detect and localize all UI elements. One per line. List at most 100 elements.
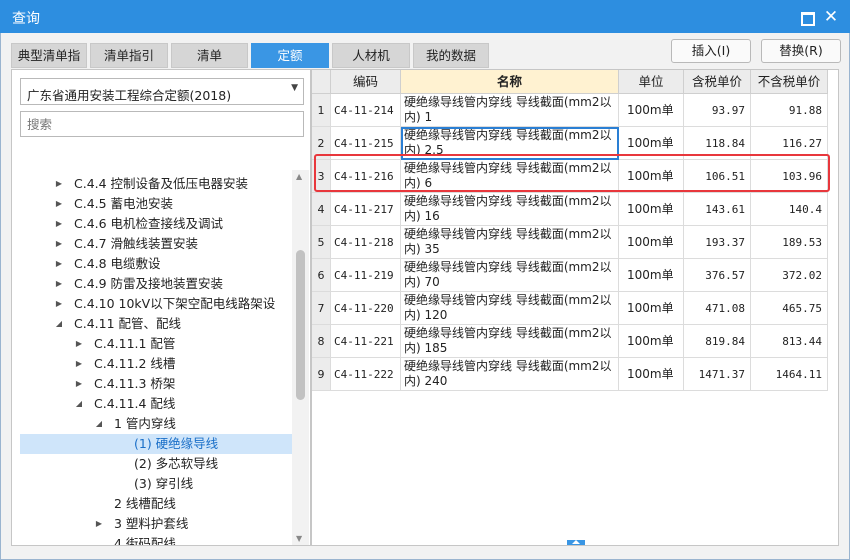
price-with-tax-cell[interactable]: 471.08 [684,292,751,325]
tree-item[interactable]: ▶ C.4.10 10kV以下架空配电线路架设 [20,294,292,314]
code-cell[interactable]: C4-11-220 [331,292,401,325]
unit-cell[interactable]: 100m单线 [619,259,684,292]
price-without-tax-cell[interactable]: 103.96 [751,160,828,193]
unit-cell[interactable]: 100m单线 [619,325,684,358]
tree-item[interactable]: ▶ 3 塑料护套线 [20,514,292,534]
name-cell[interactable]: 硬绝缘导线管内穿线 导线截面(mm2以内) 16 [401,193,619,226]
tree-item[interactable]: ◢ C.4.11.4 配线 [20,394,292,414]
maximize-icon[interactable] [797,8,815,26]
name-cell[interactable]: 硬绝缘导线管内穿线 导线截面(mm2以内) 70 [401,259,619,292]
expand-arrow-icon[interactable]: ▶ [54,274,64,294]
name-cell[interactable]: 硬绝缘导线管内穿线 导线截面(mm2以内) 2.5 [401,127,619,160]
price-without-tax-cell[interactable]: 140.4 [751,193,828,226]
tree-item[interactable]: ▶ C.4.5 蓄电池安装 [20,194,292,214]
code-cell[interactable]: C4-11-219 [331,259,401,292]
scroll-up-icon[interactable]: ▲ [296,172,302,181]
expand-arrow-icon[interactable]: ▶ [54,194,64,214]
price-with-tax-cell[interactable]: 819.84 [684,325,751,358]
price-with-tax-cell[interactable]: 93.97 [684,94,751,127]
price-with-tax-cell[interactable]: 376.57 [684,259,751,292]
row-number[interactable]: 6 [312,259,331,292]
tree-item[interactable]: ◢ C.4.11 配管、配线 [20,314,292,334]
close-icon[interactable]: ✕ [822,8,840,26]
price-with-tax-cell[interactable]: 143.61 [684,193,751,226]
row-number[interactable]: 8 [312,325,331,358]
unit-cell[interactable]: 100m单线 [619,226,684,259]
header-price-with-tax[interactable]: 含税单价 [684,70,751,94]
tree-item[interactable]: ▶ C.4.11.3 桥架 [20,374,292,394]
tab-bill[interactable]: 清单 [171,43,248,68]
name-cell[interactable]: 硬绝缘导线管内穿线 导线截面(mm2以内) 1 [401,94,619,127]
tab-my-data[interactable]: 我的数据 [413,43,489,68]
expand-arrow-icon[interactable]: ▶ [54,214,64,234]
header-name[interactable]: 名称 [401,70,619,94]
expand-arrow-icon[interactable]: ▶ [94,514,104,534]
price-without-tax-cell[interactable]: 189.53 [751,226,828,259]
price-with-tax-cell[interactable]: 1471.37 [684,358,751,391]
price-without-tax-cell[interactable]: 465.75 [751,292,828,325]
tab-typical-bill-guide[interactable]: 典型清单指引 [11,43,87,86]
code-cell[interactable]: C4-11-215 [331,127,401,160]
expand-arrow-icon[interactable]: ▶ [54,234,64,254]
unit-cell[interactable]: 100m单线 [619,292,684,325]
expand-arrow-icon[interactable]: ▶ [74,334,84,354]
unit-cell[interactable]: 100m单线 [619,127,684,160]
code-cell[interactable]: C4-11-218 [331,226,401,259]
price-with-tax-cell[interactable]: 193.37 [684,226,751,259]
tree-item[interactable]: ▶ C.4.8 电缆敷设 [20,254,292,274]
collapse-arrow-icon[interactable]: ◢ [74,394,84,414]
price-with-tax-cell[interactable]: 118.84 [684,127,751,160]
price-without-tax-cell[interactable]: 116.27 [751,127,828,160]
tree-item[interactable]: (2) 多芯软导线 [20,454,292,474]
expand-arrow-icon[interactable]: ▶ [54,174,64,194]
row-number[interactable]: 9 [312,358,331,391]
row-number[interactable]: 1 [312,94,331,127]
expand-arrow-icon[interactable]: ▶ [54,254,64,274]
search-input[interactable] [20,111,304,137]
code-cell[interactable]: C4-11-216 [331,160,401,193]
scroll-down-icon[interactable]: ▼ [296,534,302,543]
row-number[interactable]: 3 [312,160,331,193]
expand-handle-icon[interactable] [567,540,585,545]
price-without-tax-cell[interactable]: 91.88 [751,94,828,127]
tree-item[interactable]: (1) 硬绝缘导线 [20,434,292,454]
tree-item[interactable]: ◢ 1 管内穿线 [20,414,292,434]
header-code[interactable]: 编码 [331,70,401,94]
insert-button[interactable]: 插入(I) [671,39,751,63]
row-number[interactable]: 2 [312,127,331,160]
name-cell[interactable]: 硬绝缘导线管内穿线 导线截面(mm2以内) 6 [401,160,619,193]
tab-quota[interactable]: 定额 [251,43,329,68]
header-price-without-tax[interactable]: 不含税单价 [751,70,828,94]
tree-scrollbar[interactable]: ▲ ▼ [292,170,309,545]
library-select[interactable]: 广东省通用安装工程综合定额(2018) ▼ [20,78,304,105]
tree-item[interactable]: ▶ C.4.11.2 线槽 [20,354,292,374]
unit-cell[interactable]: 100m单线 [619,160,684,193]
tab-bill-guide[interactable]: 清单指引 [90,43,168,68]
name-cell[interactable]: 硬绝缘导线管内穿线 导线截面(mm2以内) 185 [401,325,619,358]
row-number[interactable]: 5 [312,226,331,259]
scrollbar-thumb[interactable] [296,250,305,400]
code-cell[interactable]: C4-11-222 [331,358,401,391]
code-cell[interactable]: C4-11-214 [331,94,401,127]
name-cell[interactable]: 硬绝缘导线管内穿线 导线截面(mm2以内) 240 [401,358,619,391]
price-without-tax-cell[interactable]: 372.02 [751,259,828,292]
replace-button[interactable]: 替换(R) [761,39,841,63]
tree-item[interactable]: (3) 穿引线 [20,474,292,494]
tab-labor-material-machine[interactable]: 人材机 [332,43,410,68]
tree-item[interactable]: 2 线槽配线 [20,494,292,514]
expand-arrow-icon[interactable]: ▶ [74,374,84,394]
collapse-arrow-icon[interactable]: ◢ [94,414,104,434]
expand-arrow-icon[interactable]: ▶ [54,294,64,314]
price-without-tax-cell[interactable]: 1464.11 [751,358,828,391]
name-cell[interactable]: 硬绝缘导线管内穿线 导线截面(mm2以内) 120 [401,292,619,325]
tree-item[interactable]: ▶ C.4.6 电机检查接线及调试 [20,214,292,234]
row-number[interactable]: 4 [312,193,331,226]
code-cell[interactable]: C4-11-221 [331,325,401,358]
code-cell[interactable]: C4-11-217 [331,193,401,226]
unit-cell[interactable]: 100m单线 [619,358,684,391]
tree-item[interactable]: ▶ C.4.11.1 配管 [20,334,292,354]
collapse-arrow-icon[interactable]: ◢ [54,314,64,334]
name-cell[interactable]: 硬绝缘导线管内穿线 导线截面(mm2以内) 35 [401,226,619,259]
tree-item[interactable]: ▶ C.4.9 防雷及接地装置安装 [20,274,292,294]
tree-item[interactable]: ▶ C.4.4 控制设备及低压电器安装 [20,174,292,194]
